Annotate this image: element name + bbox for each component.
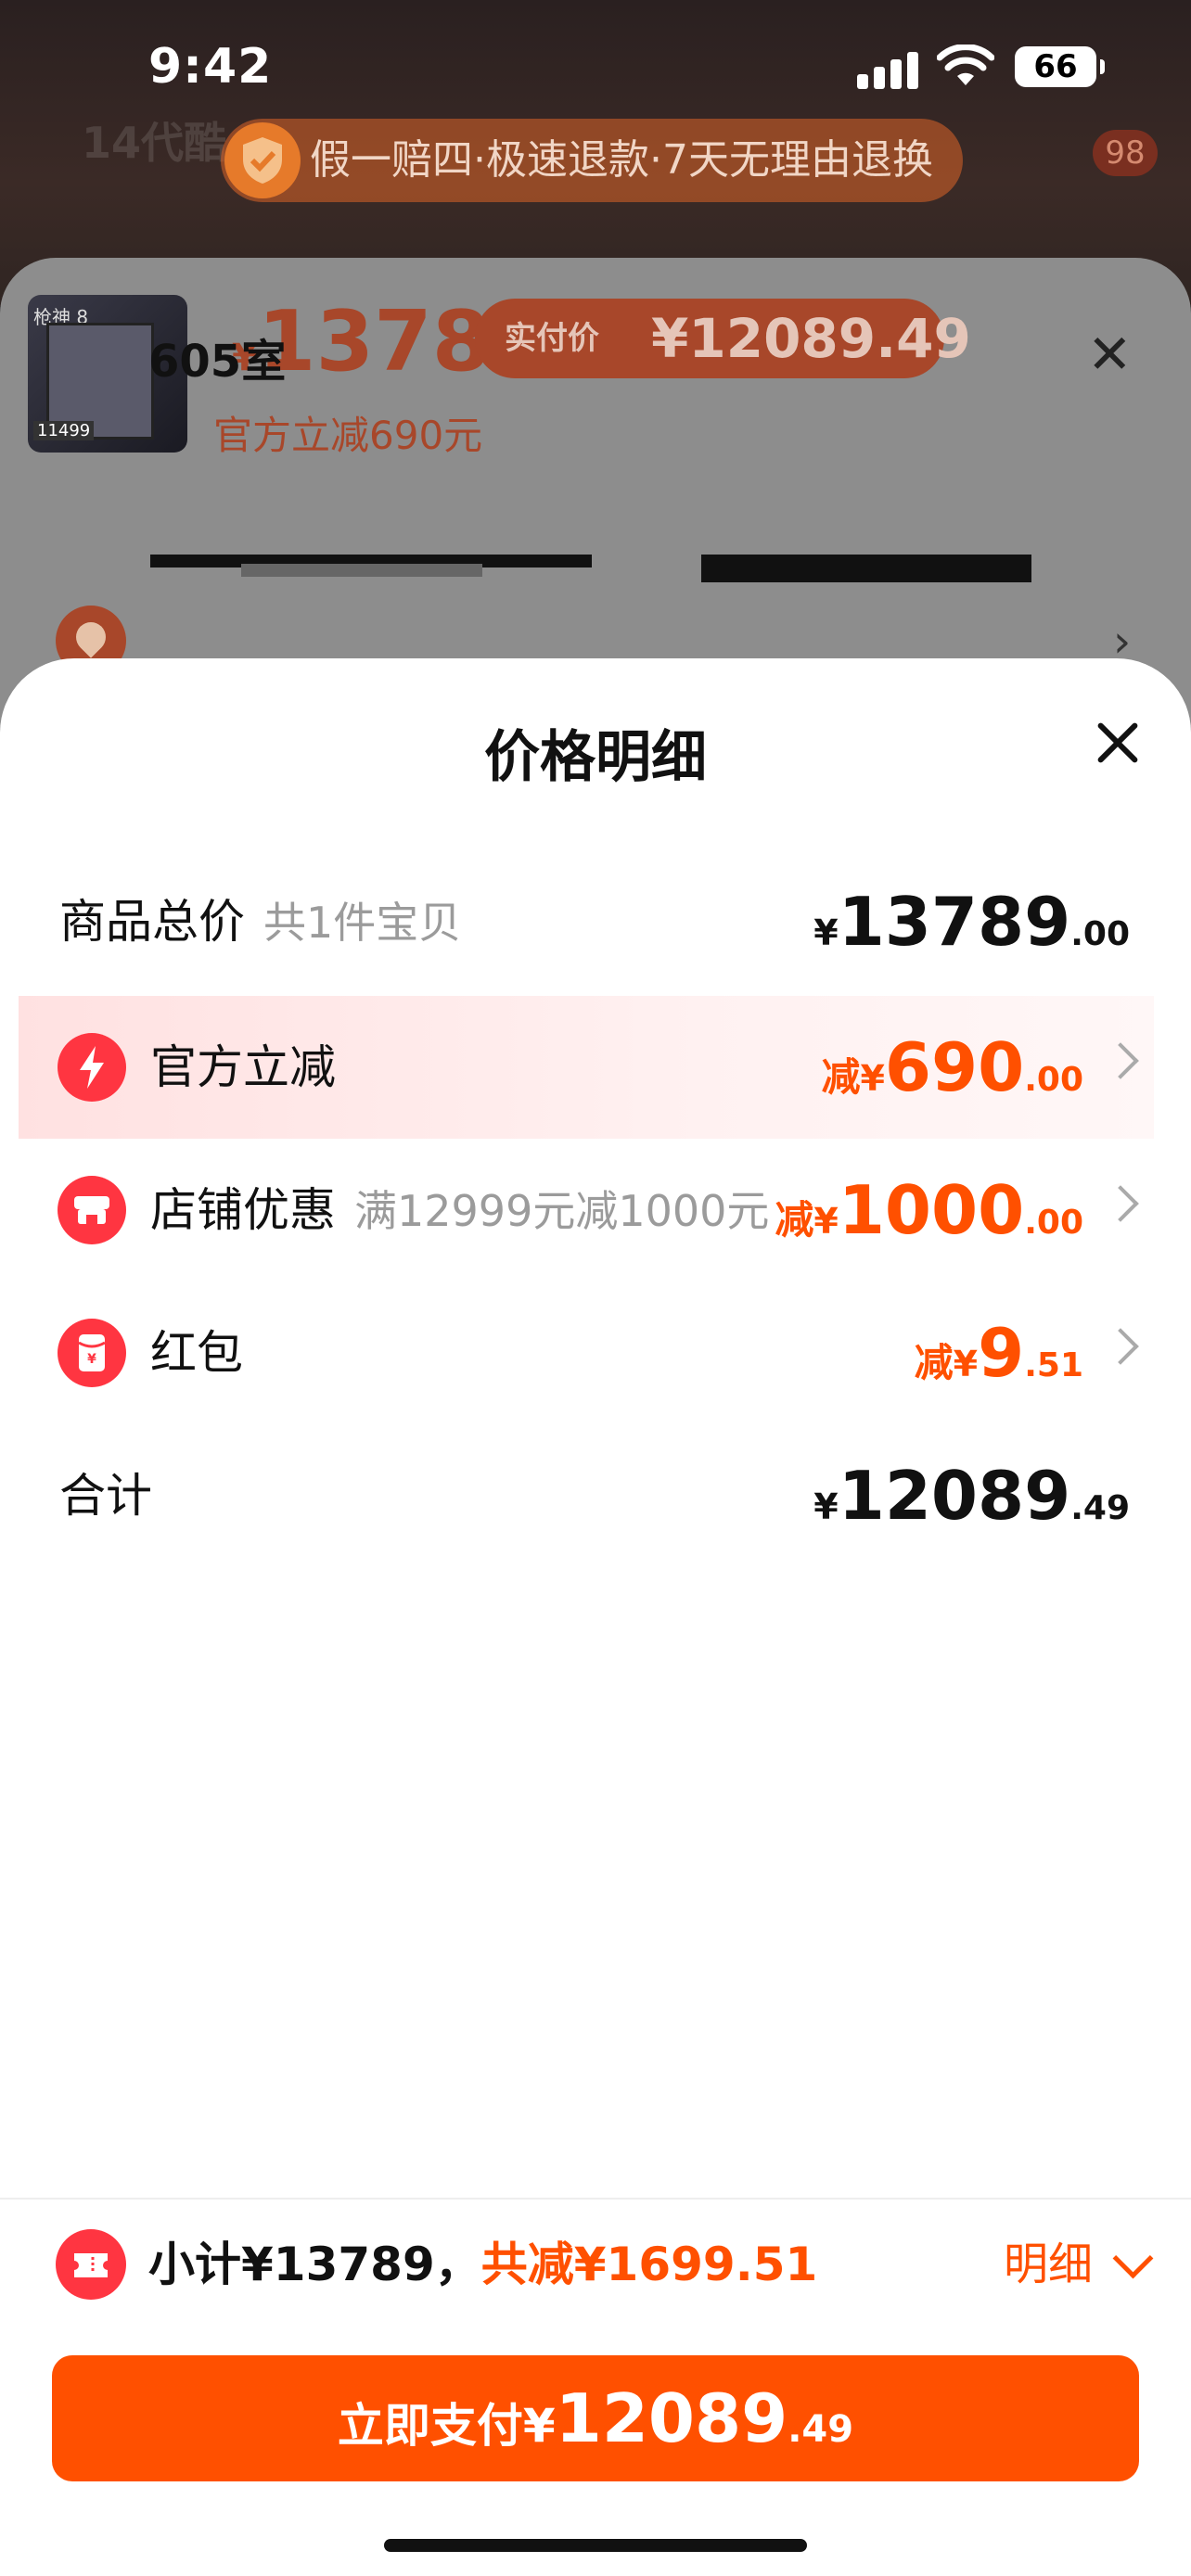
- row-label: 商品总价 共1件宝贝: [59, 895, 462, 949]
- subtotal-summary: 小计¥13789，共减¥1699.51: [148, 2229, 817, 2300]
- row-sub-label: 共1件宝贝: [263, 898, 462, 948]
- status-time: 9:42: [148, 39, 273, 95]
- red-packet-row[interactable]: ¥ 红包 减¥9.51: [19, 1282, 1154, 1424]
- row-label: 红包: [150, 1326, 243, 1380]
- red-packet-amount: 减¥9.51: [914, 1314, 1083, 1392]
- chevron-right-icon: [1102, 1042, 1139, 1079]
- actual-pay-price: ¥12089.49: [651, 307, 971, 370]
- actual-pay-pill: 实付价 ¥12089.49: [475, 299, 971, 378]
- sheet-close-icon[interactable]: ✕: [1087, 323, 1133, 386]
- official-discount-text: 官方立减690元: [213, 413, 483, 458]
- shield-check-icon: [224, 122, 301, 198]
- guarantee-text: 假一赔四·极速退款·7天无理由退换: [310, 136, 933, 184]
- svg-text:¥: ¥: [87, 1352, 96, 1367]
- saved-text: 共减¥1699.51: [480, 2238, 818, 2291]
- footer-divider: [0, 2198, 1191, 2200]
- row-label: 官方立减: [150, 1040, 336, 1094]
- row-sub-label: 满12999元减1000元: [354, 1186, 770, 1236]
- battery-icon: 66: [1015, 46, 1105, 87]
- actual-pay-label: 实付价: [505, 320, 599, 357]
- shop-icon: [58, 1176, 126, 1244]
- shop-discount-row[interactable]: 店铺优惠 满12999元减1000元 减¥1000.00: [19, 1139, 1154, 1282]
- red-packet-icon: ¥: [58, 1319, 126, 1387]
- chevron-right-icon: [1102, 1185, 1139, 1222]
- goods-total-row: 商品总价 共1件宝贝 ¥13789.00: [19, 850, 1154, 993]
- official-discount-amount: 减¥690.00: [821, 1028, 1083, 1106]
- shop-discount-amount: 减¥1000.00: [775, 1171, 1083, 1249]
- thumb-price: 11499: [33, 421, 95, 440]
- chevron-right-icon: [1102, 1328, 1139, 1365]
- cellular-signal-icon: [857, 48, 920, 89]
- ticket-icon: [56, 2229, 126, 2300]
- grand-total-row: 合计 ¥12089.49: [19, 1424, 1154, 1567]
- home-indicator[interactable]: [384, 2539, 807, 2552]
- goods-total-amount: ¥13789.00: [813, 883, 1130, 961]
- address-room: 605室: [148, 336, 287, 388]
- redacted-address-line: [701, 555, 1031, 582]
- lightning-icon: [58, 1033, 126, 1102]
- guarantee-banner: 假一赔四·极速退款·7天无理由退换: [221, 119, 963, 202]
- pay-now-button[interactable]: 立即支付¥12089.49: [52, 2355, 1139, 2481]
- subtotal-text: 小计¥13789，: [148, 2238, 481, 2291]
- cart-count-badge: 98: [1093, 130, 1158, 176]
- wifi-icon: [937, 45, 994, 85]
- row-label: 合计: [59, 1469, 152, 1523]
- grand-total-amount: ¥12089.49: [813, 1457, 1130, 1535]
- redacted-address-line: [241, 564, 482, 577]
- row-label: 店铺优惠 满12999元减1000元: [150, 1183, 770, 1237]
- detail-toggle[interactable]: 明细: [1004, 2229, 1093, 2300]
- official-discount-row[interactable]: 官方立减 减¥690.00: [19, 996, 1154, 1139]
- modal-close-icon[interactable]: [1087, 710, 1152, 775]
- modal-title: 价格明细: [484, 725, 707, 790]
